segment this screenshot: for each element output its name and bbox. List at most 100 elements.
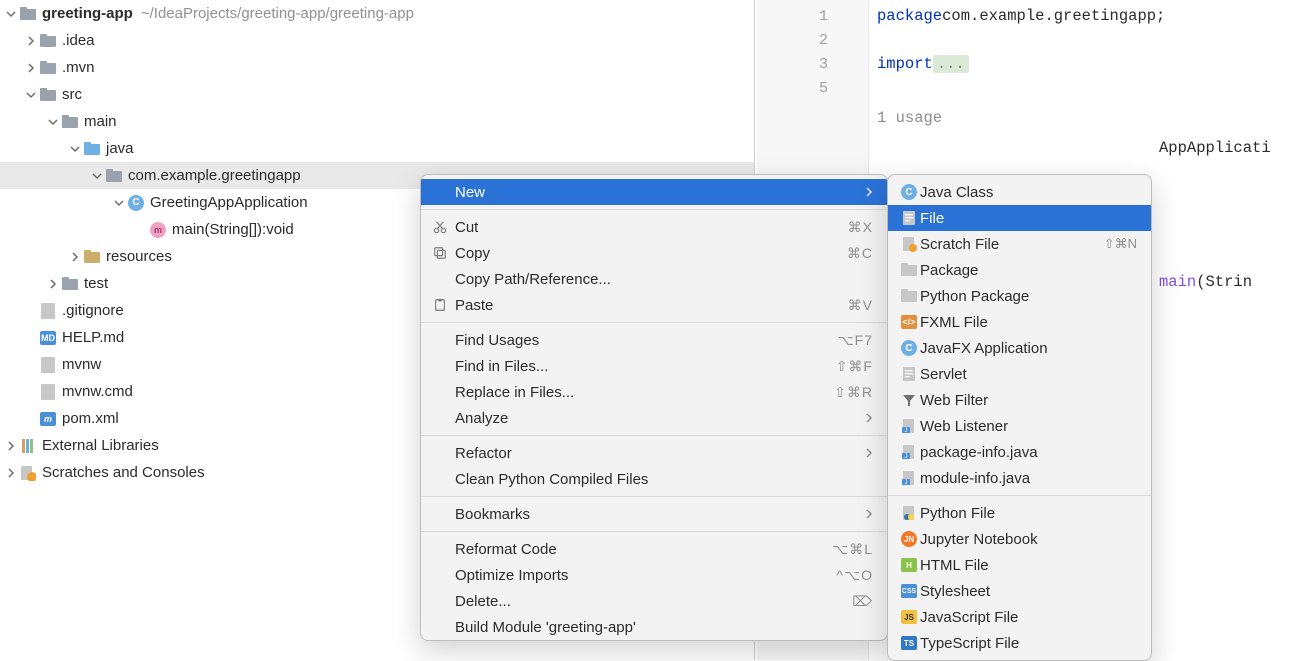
folder-icon [40, 87, 56, 103]
folder-icon [84, 249, 100, 265]
chevron-right-icon [865, 184, 873, 201]
submenu-item-label: Python File [920, 505, 1137, 522]
menu-item-label: Delete... [455, 593, 852, 610]
submenu-item[interactable]: JSJavaScript File [888, 604, 1151, 630]
menu-item[interactable]: Clean Python Compiled Files [421, 466, 887, 492]
submenu-item[interactable]: Package [888, 257, 1151, 283]
submenu-item[interactable]: Jmodule-info.java [888, 465, 1151, 491]
file-icon [40, 384, 56, 400]
file-dot-icon [898, 236, 920, 252]
copy-icon [433, 246, 455, 260]
fxml-icon: </> [898, 315, 920, 329]
context-menu: New Cut⌘XCopy⌘C Copy Path/Reference... Past… [420, 174, 888, 641]
line-number: 3 [757, 52, 868, 76]
submenu-item[interactable]: </>FXML File [888, 309, 1151, 335]
submenu-item[interactable]: TSTypeScript File [888, 630, 1151, 656]
submenu-item[interactable]: CJavaFX Application [888, 335, 1151, 361]
code-line: import ... [869, 52, 1300, 76]
tree-root-path: ~/IdeaProjects/greeting-app/greeting-app [141, 5, 414, 22]
submenu-item-label: Stylesheet [920, 583, 1137, 600]
chevron-right-icon [24, 61, 38, 75]
submenu-item-label: module-info.java [920, 470, 1137, 487]
html-icon: H [898, 558, 920, 572]
menu-item[interactable]: Copy Path/Reference... [421, 266, 887, 292]
submenu-item[interactable]: J Web Listener [888, 413, 1151, 439]
submenu-item[interactable]: Servlet [888, 361, 1151, 387]
menu-item-label: Clean Python Compiled Files [455, 471, 873, 488]
chevron-right-icon [4, 439, 18, 453]
submenu-item[interactable]: Web Filter [888, 387, 1151, 413]
submenu-item-label: Web Listener [920, 418, 1137, 435]
file-icon [40, 303, 56, 319]
submenu-item-label: HTML File [920, 557, 1137, 574]
line-number: 5 [757, 76, 868, 100]
tree-item[interactable]: .idea [0, 27, 754, 54]
menu-item[interactable]: Find Usages⌥F7 [421, 327, 887, 353]
menu-item[interactable]: Cut⌘X [421, 214, 887, 240]
submenu-item[interactable]: File [888, 205, 1151, 231]
submenu-item-label: Web Filter [920, 392, 1137, 409]
menu-item[interactable]: Replace in Files...⇧⌘R [421, 379, 887, 405]
class-icon: C [128, 195, 144, 211]
menu-item[interactable]: Reformat Code⌥⌘L [421, 536, 887, 562]
menu-item[interactable]: Copy⌘C [421, 240, 887, 266]
menu-shortcut: ⌘X [848, 219, 873, 236]
menu-item-label: Replace in Files... [455, 384, 834, 401]
file-j-icon: J [898, 418, 920, 434]
submenu-item[interactable]: Python File [888, 500, 1151, 526]
submenu-item-label: JavaFX Application [920, 340, 1137, 357]
jup-icon: JN [898, 531, 920, 547]
submenu-item[interactable]: CSSStylesheet [888, 578, 1151, 604]
menu-item[interactable]: Optimize Imports^⌥O [421, 562, 887, 588]
menu-item[interactable]: Bookmarks [421, 501, 887, 527]
tree-item[interactable]: java [0, 135, 754, 162]
menu-item[interactable]: Delete...⌦ [421, 588, 887, 614]
filter-icon [898, 393, 920, 407]
svg-text:J: J [905, 428, 908, 434]
menu-item[interactable]: Paste⌘V [421, 292, 887, 318]
submenu-item[interactable]: Scratch File⇧⌘N [888, 231, 1151, 257]
menu-item[interactable]: New [421, 179, 887, 205]
submenu-item[interactable]: Jpackage-info.java [888, 439, 1151, 465]
submenu-item[interactable]: HHTML File [888, 552, 1151, 578]
chevron-down-icon [90, 169, 104, 183]
folder-icon [20, 6, 36, 22]
chevron-right-icon [865, 506, 873, 523]
line-number: 1 [757, 4, 868, 28]
file-j-icon: J [898, 444, 920, 460]
submenu-item[interactable]: JNJupyter Notebook [888, 526, 1151, 552]
folder-icon [62, 114, 78, 130]
menu-shortcut: ⇧⌘R [834, 384, 873, 401]
code-line: AppApplicati [869, 136, 1300, 160]
menu-item-label: Find in Files... [455, 358, 836, 375]
submenu-item-label: Python Package [920, 288, 1137, 305]
tree-item[interactable]: main [0, 108, 754, 135]
tree-item[interactable]: src [0, 81, 754, 108]
menu-item-label: Build Module 'greeting-app' [455, 619, 873, 636]
menu-shortcut: ⇧⌘N [1104, 236, 1137, 252]
menu-shortcut: ⇧⌘F [836, 358, 873, 375]
menu-separator [421, 322, 887, 323]
file-j-icon: J [898, 470, 920, 486]
pkg-icon [898, 289, 920, 303]
py-icon [898, 505, 920, 521]
css-icon: CSS [898, 584, 920, 598]
tree-root-name: greeting-app [42, 5, 133, 22]
menu-item[interactable]: Analyze [421, 405, 887, 431]
tree-root[interactable]: greeting-app ~/IdeaProjects/greeting-app… [0, 0, 754, 27]
menu-separator [421, 531, 887, 532]
menu-separator [421, 209, 887, 210]
folder-icon [84, 141, 100, 157]
menu-item[interactable]: Build Module 'greeting-app' [421, 614, 887, 640]
ts-icon: TS [898, 636, 920, 650]
tree-item[interactable]: .mvn [0, 54, 754, 81]
submenu-item-label: Package [920, 262, 1137, 279]
c-circ-icon: C [898, 184, 920, 200]
submenu-item[interactable]: CJava Class [888, 179, 1151, 205]
menu-item[interactable]: Refactor [421, 440, 887, 466]
method-icon: m [150, 222, 166, 238]
menu-item[interactable]: Find in Files...⇧⌘F [421, 353, 887, 379]
submenu-item[interactable]: Python Package [888, 283, 1151, 309]
menu-item-label: Copy Path/Reference... [455, 271, 873, 288]
menu-item-label: Refactor [455, 445, 857, 462]
